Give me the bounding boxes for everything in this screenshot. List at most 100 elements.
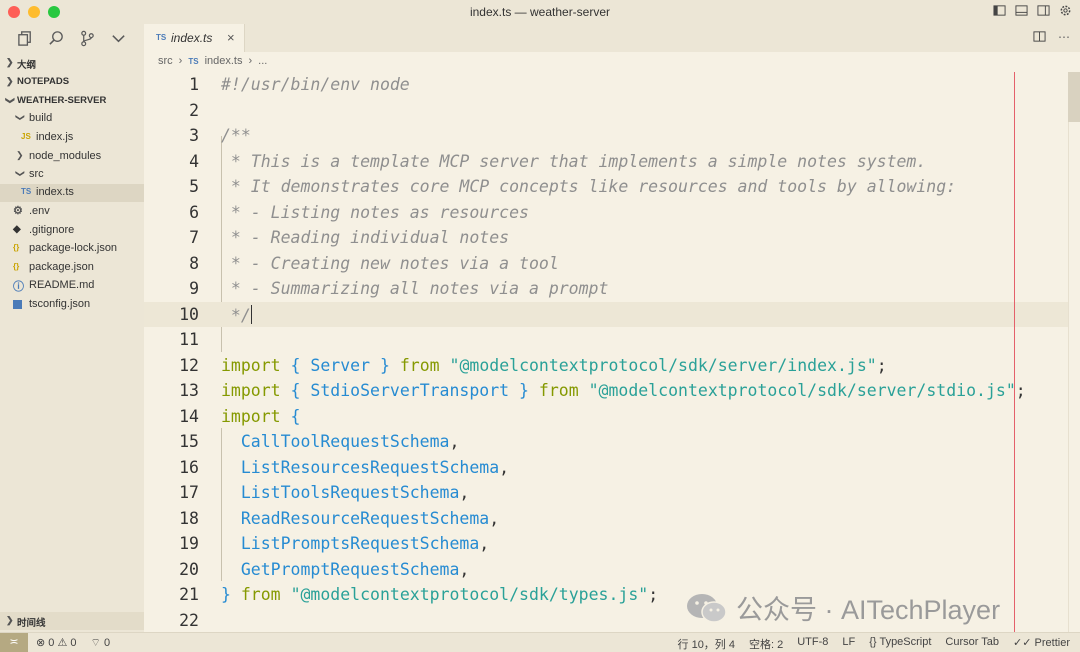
chevron-down-icon: ❯ (15, 113, 26, 122)
typescript-config-icon (13, 300, 22, 309)
source-control-icon[interactable] (79, 30, 96, 47)
breadcrumb: src › TS index.ts › ... (158, 55, 267, 67)
json-braces-icon: {} (13, 243, 20, 252)
tree-folder-node-modules[interactable]: ❯ node_modules (0, 148, 144, 166)
tree-file-gitignore[interactable]: ◆ .gitignore (0, 222, 144, 240)
encoding-status[interactable]: UTF-8 (797, 636, 828, 652)
ports-status[interactable]: ⌔ 0 (91, 636, 111, 650)
wechat-logo-icon (687, 593, 727, 623)
cursor-position[interactable]: 行 10，列 4 (678, 636, 735, 652)
typescript-file-icon: TS (21, 187, 32, 196)
tab-index-ts[interactable]: TS index.ts × (144, 24, 245, 52)
prettier-status[interactable]: ✓✓ Prettier (1013, 636, 1070, 652)
settings-gear-icon[interactable] (1059, 4, 1072, 17)
cursor-tab-status[interactable]: Cursor Tab (945, 636, 999, 652)
code-line: 16 ListResourcesRequestSchema, (179, 457, 510, 477)
editor-scroll-thumb[interactable] (1068, 72, 1080, 122)
code-editor[interactable]: 1 #!/usr/bin/env node 2 3/** 4 * This is … (144, 72, 1068, 632)
tree-file-index-ts[interactable]: TS index.ts (0, 184, 144, 202)
split-editor-icon[interactable] (1033, 30, 1046, 43)
explorer-files-icon[interactable] (17, 30, 34, 47)
toggle-primary-sidebar-icon[interactable] (993, 4, 1006, 17)
code-line: 20 GetPromptRequestSchema, (179, 559, 470, 579)
breadcrumb-more[interactable]: ... (258, 55, 267, 67)
notepads-section-header[interactable]: ❯ NOTEPADS (0, 73, 144, 91)
chevron-right-icon: ❯ (6, 76, 14, 86)
status-bar: ≍ ⊗ 0 ⚠ 0 ⌔ 0 行 10，列 4 空格: 2 UTF-8 LF {}… (0, 632, 1080, 652)
code-line-current: 10 */ (144, 301, 1068, 327)
code-line: 6 * - Listing notes as resources (189, 202, 529, 222)
code-line: 13 import { StdioServerTransport } from "… (179, 381, 1026, 400)
code-line: 17 ListToolsRequestSchema, (179, 483, 470, 502)
toggle-secondary-sidebar-icon[interactable] (1037, 4, 1050, 17)
braces-icon: {} (869, 636, 877, 648)
json-braces-icon: {} (13, 262, 20, 271)
double-check-icon: ✓✓ (1013, 637, 1032, 649)
search-icon[interactable] (48, 30, 65, 47)
indentation-status[interactable]: 空格: 2 (749, 636, 783, 652)
text-cursor (250, 304, 252, 324)
outline-section-header[interactable]: ❯ 大纲 (0, 54, 144, 72)
toggle-panel-icon[interactable] (1015, 4, 1028, 17)
tree-file-package-json[interactable]: {} package.json (0, 259, 144, 277)
info-icon: ⓘ (13, 281, 24, 293)
typescript-file-icon: TS (156, 33, 167, 42)
explorer-sidebar: ❯ 大纲 ❯ NOTEPADS ❯ WEATHER-SERVER ❯ build JS i… (0, 52, 144, 632)
tab-label: index.ts (171, 31, 213, 45)
javascript-file-icon: JS (21, 132, 31, 141)
typescript-file-icon: TS (188, 56, 199, 66)
git-diamond-icon: ◆ (13, 224, 21, 235)
eol-status[interactable]: LF (842, 636, 855, 652)
remote-indicator-icon[interactable]: ≍ (0, 633, 28, 652)
tree-folder-src[interactable]: ❯ src (0, 166, 144, 184)
code-line: 1 #!/usr/bin/env node (189, 75, 410, 94)
tree-file-env[interactable]: ⚙ .env (0, 203, 144, 221)
code-line: 14 import { (179, 406, 301, 426)
watermark: 公众号 · AITechPlayer (686, 588, 1000, 627)
more-actions-icon[interactable]: ⋯ (1058, 30, 1070, 44)
window-title: index.ts — weather-server (469, 5, 611, 19)
chevron-right-icon: ❯ (6, 57, 14, 67)
tree-file-index-js[interactable]: JS index.js (0, 129, 144, 147)
code-line: 15 CallToolRequestSchema, (179, 432, 460, 451)
code-line: 9 * - Summarizing all notes via a prompt (189, 279, 609, 298)
gear-icon: ⚙ (13, 205, 23, 217)
chevron-right-icon: › (248, 55, 253, 67)
editor-scrollbar[interactable] (1068, 72, 1080, 632)
chevron-down-icon: ❯ (15, 169, 26, 178)
error-icon: ⊗ (36, 637, 46, 649)
project-section-header[interactable]: ❯ WEATHER-SERVER (0, 92, 144, 110)
code-line: 12 import { Server } from "@modelcontextp… (179, 355, 887, 375)
chevron-right-icon: ❯ (16, 150, 24, 160)
chevron-right-icon: ❯ (6, 615, 14, 625)
code-line: 18 ReadResourceRequestSchema, (179, 508, 500, 528)
tree-file-package-lock-json[interactable]: {} package-lock.json (0, 240, 144, 258)
tree-file-tsconfig-json[interactable]: tsconfig.json (0, 296, 144, 314)
problems-status[interactable]: ⊗ 0 ⚠ 0 (36, 636, 77, 650)
broadcast-icon: ⌔ (90, 637, 101, 649)
activity-bar (0, 24, 144, 52)
code-line: 19 ListPromptsRequestSchema, (179, 534, 490, 553)
code-line: 7 * - Reading individual notes (189, 228, 510, 247)
breadcrumb-src[interactable]: src (158, 55, 173, 67)
close-icon[interactable]: × (227, 30, 235, 45)
tree-folder-build[interactable]: ❯ build (0, 110, 144, 128)
warning-icon: ⚠ (57, 637, 68, 649)
code-line: 8 * - Creating new notes via a tool (189, 253, 559, 273)
title-bar: index.ts — weather-server (0, 0, 1080, 25)
editor-tab-strip: TS index.ts × ⋯ (144, 24, 1080, 52)
watermark-text: 公众号 · AITechPlayer (736, 595, 1001, 625)
chevron-right-icon: › (178, 55, 183, 67)
chevron-down-icon: ❯ (5, 96, 16, 105)
code-line: 4 * This is a template MCP server that i… (189, 151, 927, 171)
code-line: 5 * It demonstrates core MCP concepts li… (189, 177, 957, 196)
breadcrumb-file[interactable]: index.ts (205, 55, 243, 67)
code-line: 3/** (189, 126, 251, 145)
column-ruler (1014, 72, 1015, 632)
tree-file-readme-md[interactable]: ⓘ README.md (0, 277, 144, 295)
chevron-down-icon[interactable] (110, 30, 127, 47)
language-mode[interactable]: {} TypeScript (869, 636, 931, 652)
code-line: 2 (189, 100, 199, 120)
code-line: 11 (179, 330, 199, 349)
timeline-section-header[interactable]: ❯ 时间线 (0, 612, 144, 630)
